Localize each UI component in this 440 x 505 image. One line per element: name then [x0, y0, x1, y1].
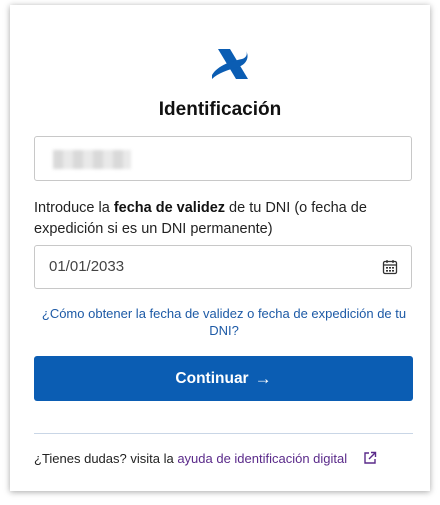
instr-bold: fecha de validez — [113, 200, 226, 216]
continue-label: Continuar — [175, 369, 249, 387]
date-instructions: Introduce la fecha de validez de tu DNI … — [34, 198, 414, 240]
instr-prefix: Introduce la — [34, 200, 114, 216]
footer-text: ¿Tienes dudas? visita la — [34, 451, 178, 466]
page-title: Identificación — [158, 99, 282, 120]
date-input[interactable]: 01/01/2033 — [34, 245, 412, 289]
divider — [34, 433, 413, 434]
login-card: Identificación Introduce la fecha de val… — [10, 5, 430, 491]
arrow-right-icon: → — [254, 368, 272, 388]
external-link-icon[interactable] — [363, 451, 377, 465]
digital-id-help-link[interactable]: ayuda de identificación digital — [177, 451, 347, 466]
agencia-tributaria-logo — [212, 49, 248, 79]
calendar-icon[interactable] — [382, 259, 398, 275]
id-input[interactable] — [34, 136, 412, 181]
date-value: 01/01/2033 — [49, 258, 125, 275]
redacted-value — [53, 150, 131, 169]
footer-help: ¿Tienes dudas? visita la ayuda de identi… — [34, 451, 424, 466]
continue-button[interactable]: Continuar → — [34, 356, 413, 401]
help-date-link[interactable]: ¿Cómo obtener la fecha de validez o fech… — [34, 305, 414, 339]
